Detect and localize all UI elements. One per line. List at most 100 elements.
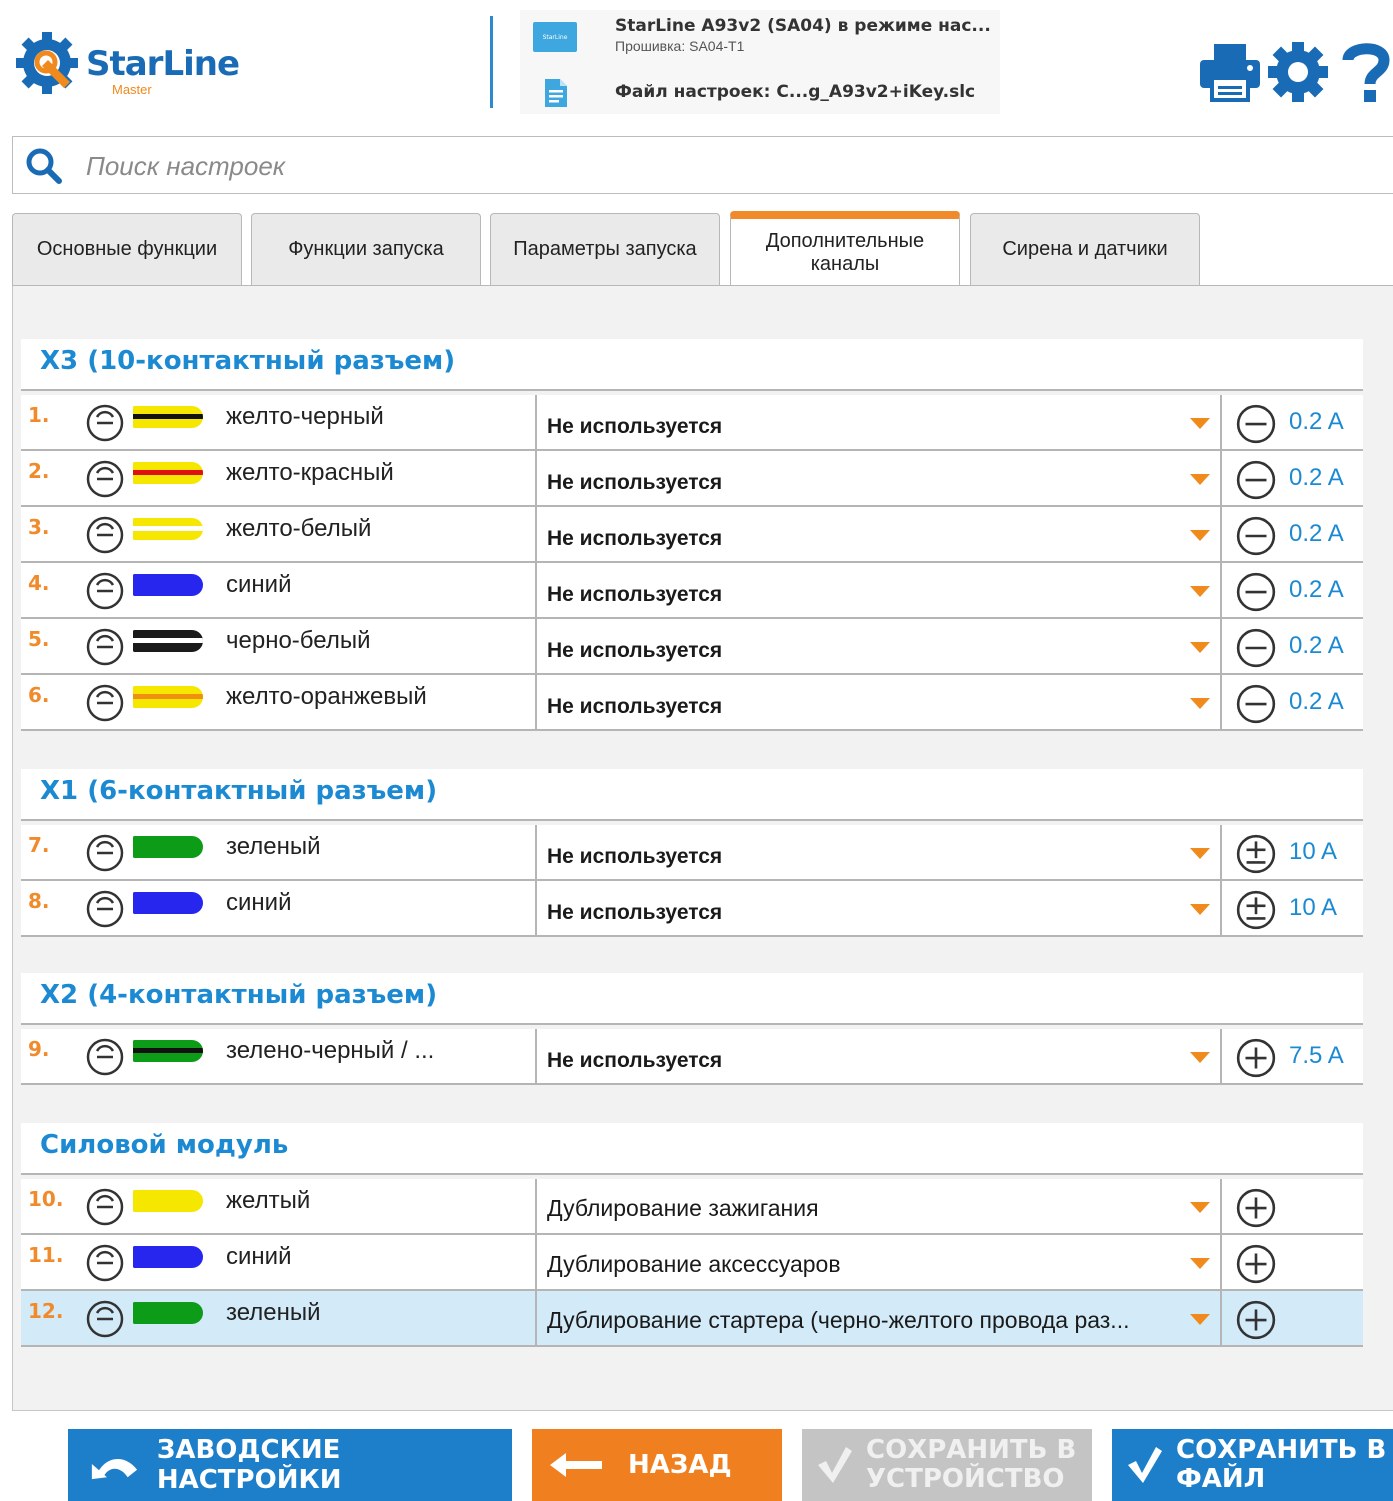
gear-icon[interactable] [1266, 40, 1330, 104]
current-rating: 0.2 A [1289, 688, 1344, 715]
chevron-down-icon [1190, 1052, 1210, 1063]
plusminus-polarity-icon[interactable] [1235, 889, 1277, 931]
channel-function-select[interactable]: Не используется [535, 675, 1222, 729]
current-rating: 10 A [1289, 838, 1338, 865]
save-to-device-button[interactable]: СОХРАНИТЬ В УСТРОЙСТВО [802, 1429, 1092, 1501]
channel-function-select[interactable]: Дублирование зажигания [535, 1179, 1222, 1233]
section-header: X1 (6-контактный разъем) [21, 769, 1363, 821]
channel-option-icon[interactable] [85, 889, 125, 929]
search-input[interactable] [86, 148, 786, 184]
logo-text: StarLine [86, 44, 240, 84]
channel-function-value: Не используется [547, 527, 723, 550]
current-rating: 0.2 A [1289, 520, 1344, 547]
wire-color-icon [133, 1246, 203, 1268]
channel-row: 9. зелено-черный / ... Не используется 7.5 … [21, 1029, 1363, 1085]
minus-polarity-icon[interactable] [1235, 515, 1277, 557]
section-title: X3 (10-контактный разъем) [40, 346, 456, 376]
channel-function-value: Не используется [547, 415, 723, 438]
channel-row: 4. синий Не используется 0.2 A [21, 563, 1363, 619]
wire-name: зеленый [226, 1299, 321, 1326]
channel-row: 11. синий Дублирование аксессуаров [21, 1235, 1363, 1291]
current-rating: 7.5 A [1289, 1042, 1344, 1069]
wire-name: зеленый [226, 833, 321, 860]
logo-subtitle: Master [112, 82, 152, 97]
channel-function-select[interactable]: Дублирование стартера (черно-желтого про… [535, 1291, 1222, 1345]
channel-function-select[interactable]: Не используется [535, 881, 1222, 935]
tab-additional-channels[interactable]: Дополнительные каналы [730, 211, 960, 286]
wire-color-icon [133, 406, 203, 428]
wire-name: желто-красный [226, 459, 394, 486]
channel-function-select[interactable]: Дублирование аксессуаров [535, 1235, 1222, 1289]
channel-option-icon[interactable] [85, 515, 125, 555]
factory-settings-button[interactable]: ЗАВОДСКИЕ НАСТРОЙКИ [68, 1429, 512, 1501]
channel-number: 8. [28, 889, 50, 913]
channel-option-icon[interactable] [85, 1187, 125, 1227]
channel-option-icon[interactable] [85, 683, 125, 723]
channel-function-select[interactable]: Не используется [535, 507, 1222, 561]
chevron-down-icon [1190, 418, 1210, 429]
channel-function-select[interactable]: Не используется [535, 451, 1222, 505]
channel-function-select[interactable]: Не используется [535, 619, 1222, 673]
back-button[interactable]: НАЗАД [532, 1429, 782, 1501]
channel-option-icon[interactable] [85, 627, 125, 667]
settings-file-name: Файл настроек: C...g_A93v2+iKey.slc [615, 82, 976, 102]
section-header: X2 (4-контактный разъем) [21, 973, 1363, 1025]
section-title: X1 (6-контактный разъем) [40, 776, 438, 806]
channel-number: 10. [28, 1187, 64, 1211]
wire-name: синий [226, 889, 292, 916]
channel-function-select[interactable]: Не используется [535, 825, 1222, 879]
chevron-down-icon [1190, 474, 1210, 485]
minus-polarity-icon[interactable] [1235, 571, 1277, 613]
current-rating: 0.2 A [1289, 632, 1344, 659]
channel-option-icon[interactable] [85, 571, 125, 611]
channel-number: 5. [28, 627, 50, 651]
channel-row: 6. желто-оранжевый Не используется 0.2 A [21, 675, 1363, 731]
search-icon [26, 148, 62, 184]
section-title: X2 (4-контактный разъем) [40, 980, 438, 1010]
current-rating: 0.2 A [1289, 408, 1344, 435]
channel-option-icon[interactable] [85, 403, 125, 443]
wire-name: синий [226, 1243, 292, 1270]
minus-polarity-icon[interactable] [1235, 683, 1277, 725]
device-title: StarLine A93v2 (SA04) в режиме нас... [615, 16, 991, 36]
current-rating: 10 A [1289, 894, 1338, 921]
plus-polarity-icon[interactable] [1235, 1187, 1277, 1229]
wire-name: синий [226, 571, 292, 598]
channel-function-select[interactable]: Не используется [535, 395, 1222, 449]
channel-row: 8. синий Не используется 10 A [21, 881, 1363, 937]
tab-start-parameters[interactable]: Параметры запуска [490, 213, 720, 285]
channel-option-icon[interactable] [85, 1243, 125, 1283]
channel-function-value: Дублирование аксессуаров [547, 1251, 841, 1277]
arrow-left-icon [550, 1453, 602, 1477]
wire-name: желтый [226, 1187, 311, 1214]
checkmark-icon [1128, 1447, 1162, 1483]
printer-icon[interactable] [1198, 40, 1262, 104]
channel-row: 10. желтый Дублирование зажигания [21, 1179, 1363, 1235]
channel-option-icon[interactable] [85, 833, 125, 873]
channel-option-icon[interactable] [85, 1299, 125, 1339]
wire-color-icon [133, 1040, 203, 1062]
save-to-file-button[interactable]: СОХРАНИТЬ В ФАЙЛ [1112, 1429, 1393, 1501]
chevron-down-icon [1190, 848, 1210, 859]
channel-option-icon[interactable] [85, 1037, 125, 1077]
channel-function-select[interactable]: Не используется [535, 1029, 1222, 1083]
channel-function-value: Не используется [547, 471, 723, 494]
chevron-down-icon [1190, 1258, 1210, 1269]
chevron-down-icon [1190, 698, 1210, 709]
plus-polarity-icon[interactable] [1235, 1299, 1277, 1341]
minus-polarity-icon[interactable] [1235, 459, 1277, 501]
minus-polarity-icon[interactable] [1235, 627, 1277, 669]
help-icon[interactable] [1334, 40, 1393, 104]
tab-siren-sensors[interactable]: Сирена и датчики [970, 213, 1200, 285]
plusminus-polarity-icon[interactable] [1235, 833, 1277, 875]
channel-function-select[interactable]: Не используется [535, 563, 1222, 617]
minus-polarity-icon[interactable] [1235, 403, 1277, 445]
tab-start-functions[interactable]: Функции запуска [251, 213, 481, 285]
plus-polarity-icon[interactable] [1235, 1243, 1277, 1285]
channel-number: 11. [28, 1243, 64, 1267]
wire-name: желто-белый [226, 515, 372, 542]
tab-main-functions[interactable]: Основные функции [12, 213, 242, 285]
plus-polarity-icon[interactable] [1235, 1037, 1277, 1079]
channel-number: 9. [28, 1037, 50, 1061]
channel-option-icon[interactable] [85, 459, 125, 499]
